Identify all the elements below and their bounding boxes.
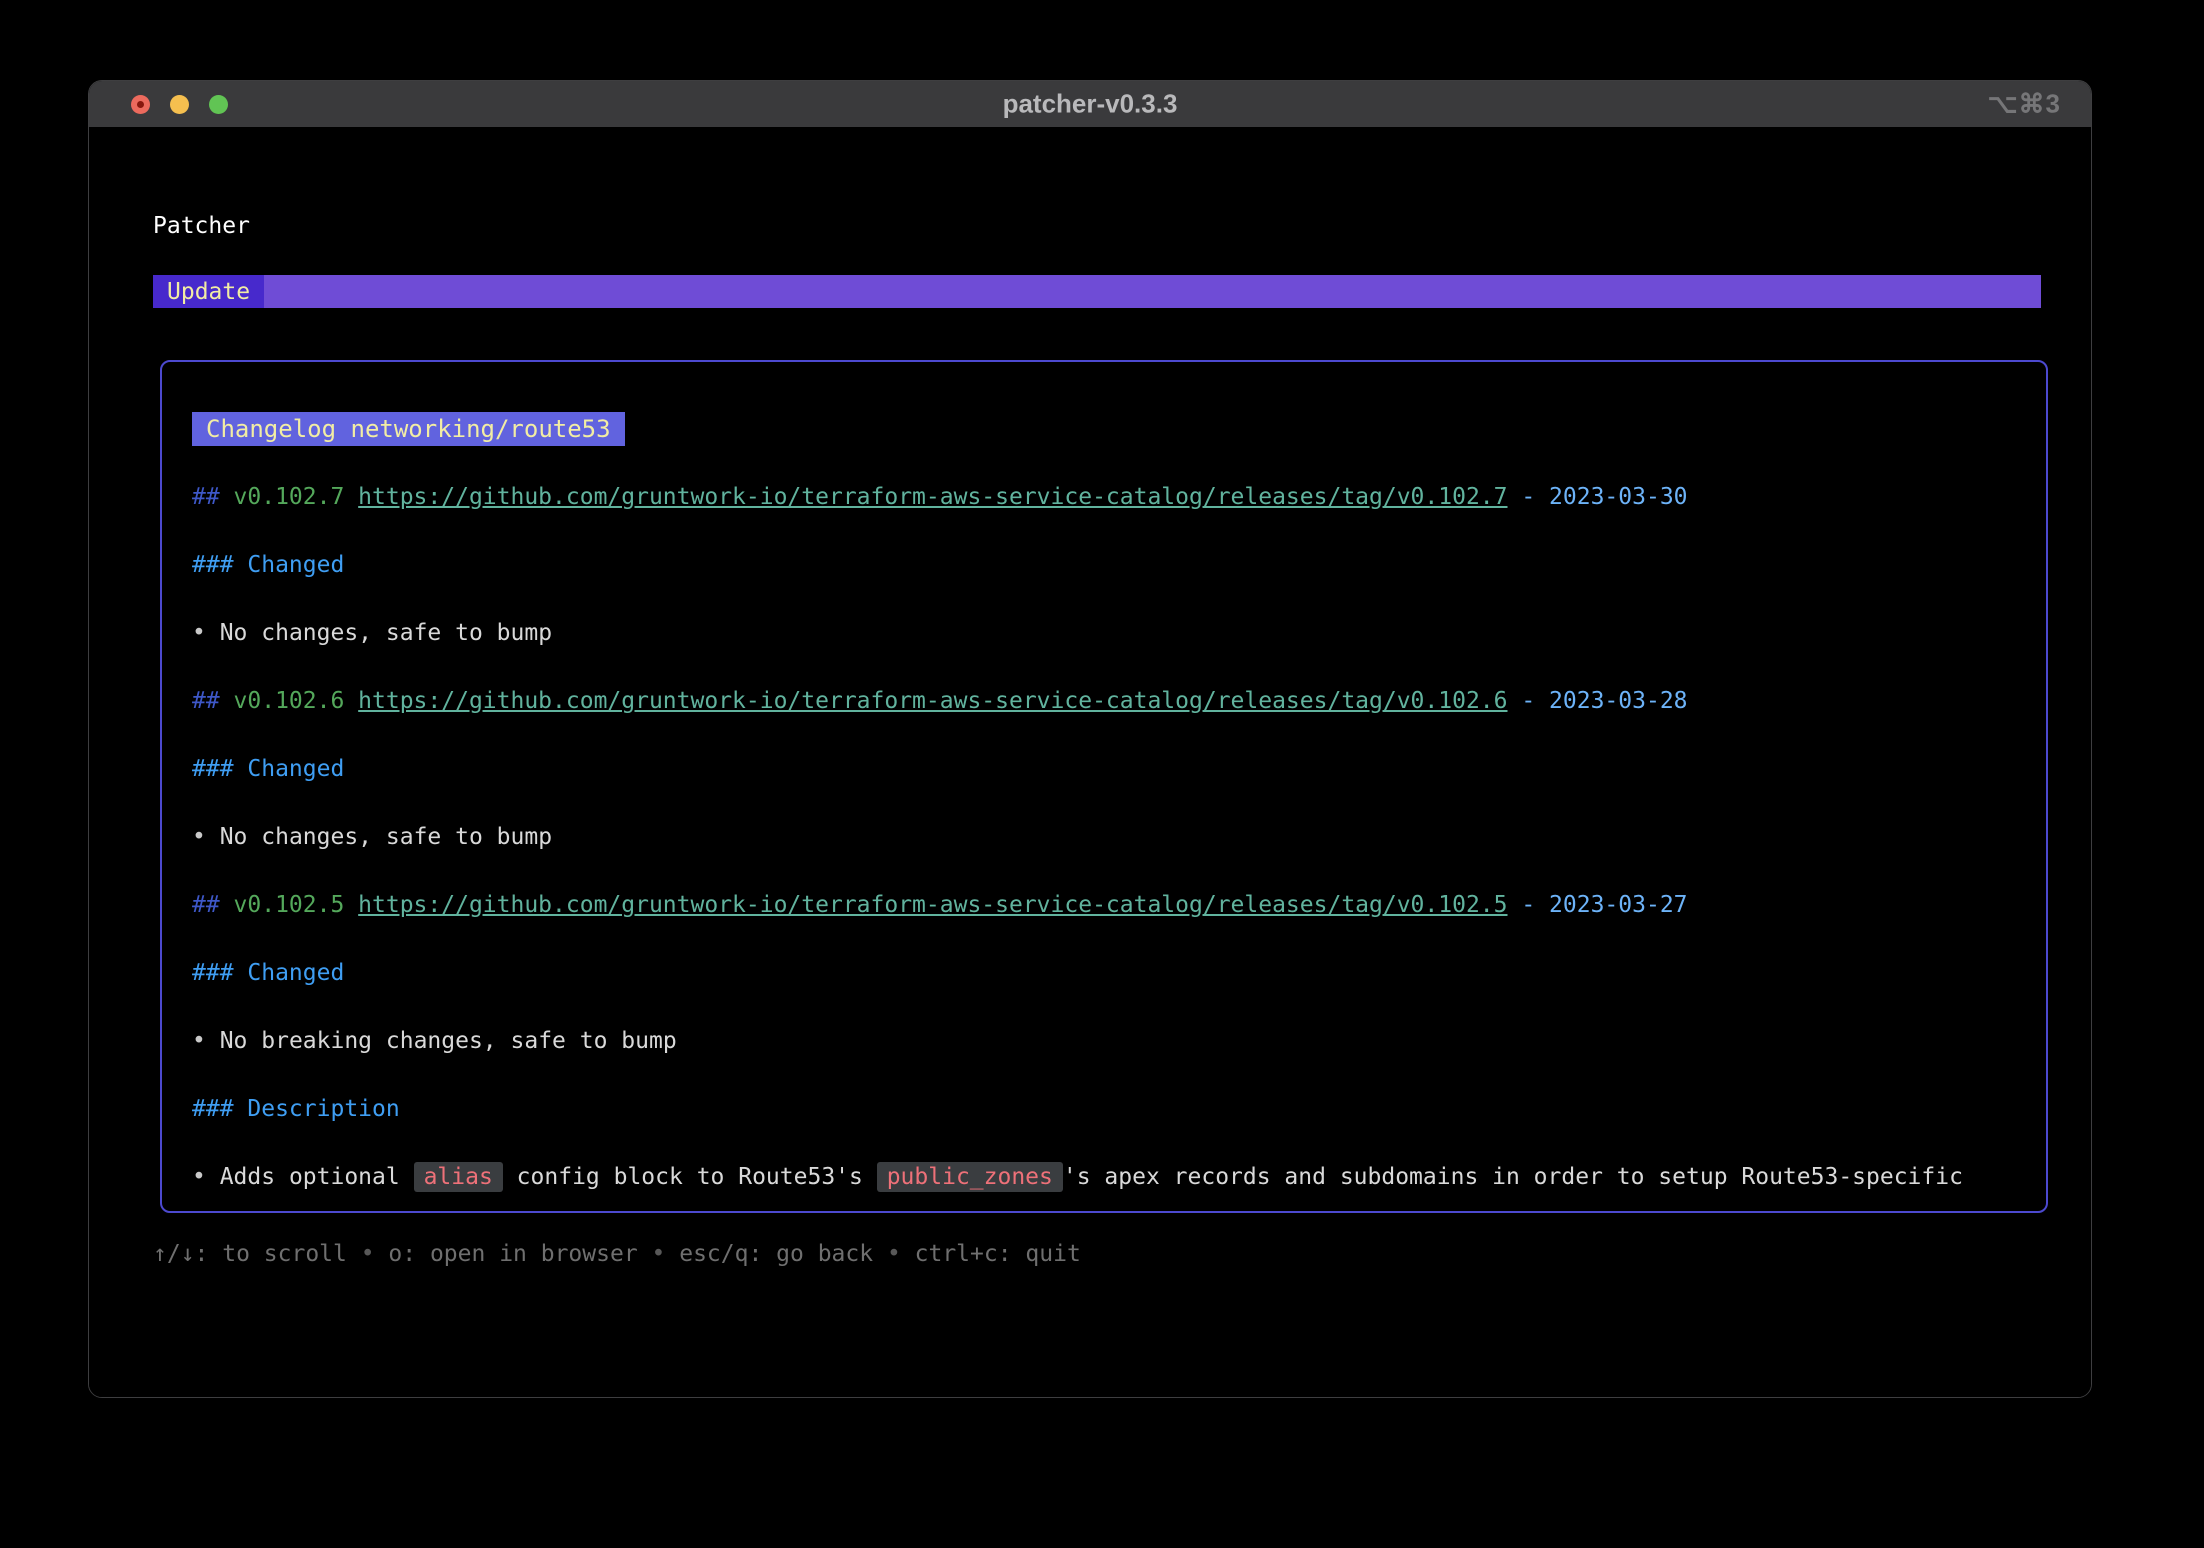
section-heading: ### Changed	[192, 552, 344, 578]
tab-update[interactable]: Update	[153, 275, 264, 308]
close-button-icon[interactable]	[131, 95, 150, 114]
bullet-text: No breaking changes, safe to bump	[220, 1028, 677, 1054]
changelog-heading-line: ### Changed	[192, 752, 2026, 786]
window-shortcut-badge: ⌥⌘3	[1988, 89, 2061, 120]
bullet-icon: •	[192, 1164, 220, 1190]
help-item: ↑/↓: to scroll	[153, 1241, 347, 1267]
changelog-title-badge: Changelog networking/route53	[192, 412, 625, 446]
bullet-text: No changes, safe to bump	[220, 824, 552, 850]
changelog-bullet-line: • No changes, safe to bump	[192, 616, 2026, 650]
help-separator: •	[638, 1241, 680, 1267]
release-hashes: ##	[192, 892, 234, 918]
help-separator: •	[873, 1241, 915, 1267]
window-title: patcher-v0.3.3	[1003, 89, 1178, 120]
titlebar[interactable]: patcher-v0.3.3 ⌥⌘3	[89, 81, 2091, 127]
app-heading: Patcher	[153, 211, 250, 241]
bullet-icon: •	[192, 824, 220, 850]
release-link[interactable]: https://github.com/gruntwork-io/terrafor…	[358, 688, 1507, 714]
help-item: ctrl+c: quit	[915, 1241, 1081, 1267]
changelog-release-line: ## v0.102.5 https://github.com/gruntwork…	[192, 888, 2026, 922]
section-heading: ### Description	[192, 1096, 400, 1122]
bullet-icon: •	[192, 1028, 220, 1054]
release-hashes: ##	[192, 484, 234, 510]
release-separator: -	[1508, 892, 1550, 918]
changelog-heading-line: ### Description	[192, 1092, 2026, 1126]
bullet-text: config block to Route53's	[503, 1164, 877, 1190]
release-version: v0.102.5	[234, 892, 359, 918]
inline-code: public_zones	[877, 1162, 1063, 1192]
minimize-button-icon[interactable]	[170, 95, 189, 114]
tab-bar: Update	[153, 275, 2041, 308]
changelog-bullet-line: • Adds optional alias config block to Ro…	[192, 1160, 2026, 1194]
help-bar: ↑/↓: to scroll • o: open in browser • es…	[153, 1237, 1081, 1271]
help-separator: •	[347, 1241, 389, 1267]
release-version: v0.102.6	[234, 688, 359, 714]
section-heading: ### Changed	[192, 960, 344, 986]
changelog-panel[interactable]: Changelog networking/route53 ## v0.102.7…	[160, 360, 2048, 1213]
release-link[interactable]: https://github.com/gruntwork-io/terrafor…	[358, 892, 1507, 918]
release-version: v0.102.7	[234, 484, 359, 510]
zoom-button-icon[interactable]	[209, 95, 228, 114]
terminal-body: Patcher Update Changelog networking/rout…	[89, 127, 2091, 1398]
release-date: 2023-03-30	[1549, 484, 1687, 510]
release-date: 2023-03-28	[1549, 688, 1687, 714]
release-link[interactable]: https://github.com/gruntwork-io/terrafor…	[358, 484, 1507, 510]
changelog-bullet-line: • No breaking changes, safe to bump	[192, 1024, 2026, 1058]
help-item: o: open in browser	[388, 1241, 637, 1267]
release-separator: -	[1508, 688, 1550, 714]
app-window: patcher-v0.3.3 ⌥⌘3 Patcher Update Change…	[88, 80, 2092, 1398]
bullet-text: No changes, safe to bump	[220, 620, 552, 646]
changelog-heading-line: ### Changed	[192, 548, 2026, 582]
release-hashes: ##	[192, 688, 234, 714]
inline-code: alias	[414, 1162, 503, 1192]
changelog-release-line: ## v0.102.6 https://github.com/gruntwork…	[192, 684, 2026, 718]
help-item: esc/q: go back	[679, 1241, 873, 1267]
changelog-heading-line: ### Changed	[192, 956, 2026, 990]
bullet-text: 's apex records and subdomains in order …	[1063, 1164, 1963, 1190]
release-date: 2023-03-27	[1549, 892, 1687, 918]
changelog-bullet-line: • No changes, safe to bump	[192, 820, 2026, 854]
release-separator: -	[1508, 484, 1550, 510]
changelog-body: ## v0.102.7 https://github.com/gruntwork…	[192, 480, 2026, 1194]
bullet-text: Adds optional	[220, 1164, 414, 1190]
traffic-lights	[131, 95, 228, 114]
bullet-icon: •	[192, 620, 220, 646]
changelog-release-line: ## v0.102.7 https://github.com/gruntwork…	[192, 480, 2026, 514]
section-heading: ### Changed	[192, 756, 344, 782]
